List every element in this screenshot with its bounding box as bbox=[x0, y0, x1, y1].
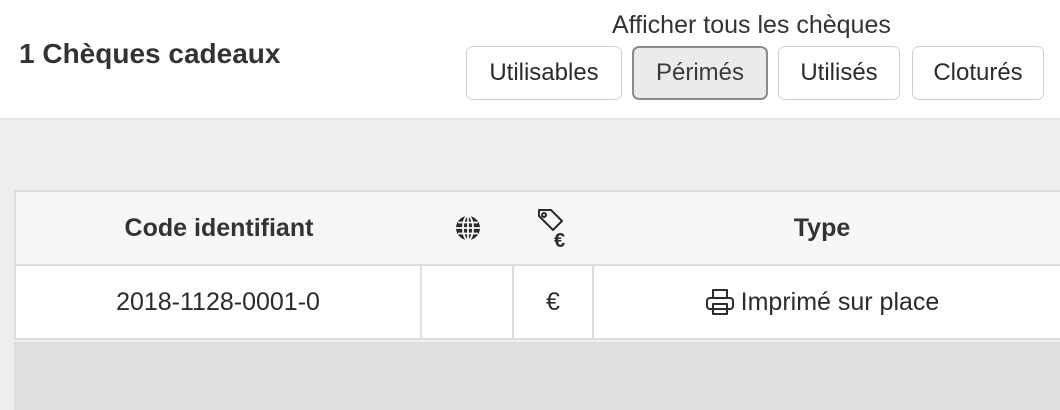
type-cell: Imprimé sur place bbox=[594, 266, 1050, 338]
page-title: 1 Chèques cadeaux bbox=[19, 38, 281, 69]
printer-icon bbox=[705, 288, 735, 316]
column-header-code[interactable]: Code identifiant bbox=[16, 192, 422, 264]
gift-cheques-table: Code identifiant € Type 2018-1128-0001-0… bbox=[14, 190, 1060, 340]
filter-caption: Afficher tous les chèques bbox=[612, 11, 891, 39]
currency-cell: € bbox=[514, 266, 594, 338]
empty-table-area bbox=[14, 342, 1060, 410]
table-header: Code identifiant € Type bbox=[16, 192, 1060, 266]
content-area: Code identifiant € Type 2018-1128-0001-0… bbox=[0, 120, 1060, 410]
filter-utilisables-button[interactable]: Utilisables bbox=[466, 46, 622, 100]
svg-text:€: € bbox=[554, 230, 565, 250]
table-row[interactable]: 2018-1128-0001-0 € Imprimé sur place bbox=[16, 266, 1060, 340]
filter-utilises-button[interactable]: Utilisés bbox=[778, 46, 900, 100]
page-header: 1 Chèques cadeaux Afficher tous les chèq… bbox=[0, 0, 1060, 120]
type-label: Imprimé sur place bbox=[740, 287, 940, 316]
globe-icon bbox=[422, 192, 514, 264]
column-header-type[interactable]: Type bbox=[594, 192, 1050, 264]
filter-perimes-button[interactable]: Périmés bbox=[632, 46, 768, 100]
cheque-code-cell: 2018-1128-0001-0 bbox=[16, 266, 422, 338]
price-tag-euro-icon: € bbox=[514, 192, 594, 264]
filter-clotures-button[interactable]: Cloturés bbox=[912, 46, 1044, 100]
web-cell bbox=[422, 266, 514, 338]
